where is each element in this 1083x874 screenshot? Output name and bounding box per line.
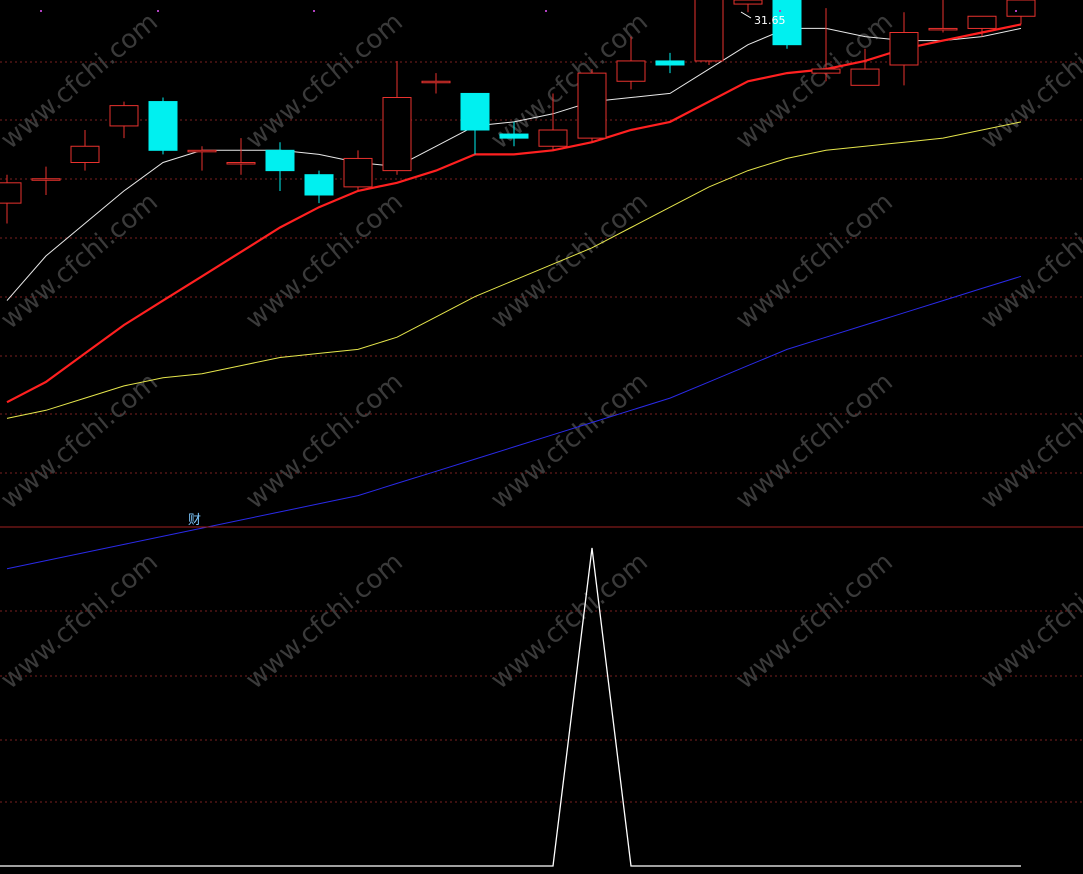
candle-body xyxy=(811,68,841,74)
watermark-text: www.cfchi.com xyxy=(975,187,1083,335)
top-marker xyxy=(545,10,547,12)
watermark-text: www.cfchi.com xyxy=(485,187,654,335)
candle-body xyxy=(460,92,490,131)
watermark-text: www.cfchi.com xyxy=(0,187,164,335)
candle-body xyxy=(421,80,451,84)
candle xyxy=(0,174,22,224)
watermark-text: www.cfchi.com xyxy=(730,367,899,515)
max-price-label: 31.65 xyxy=(754,14,786,27)
candle xyxy=(187,146,217,171)
candle-body xyxy=(733,0,763,5)
max-price-arrow-icon xyxy=(740,11,752,19)
top-marker xyxy=(313,10,315,12)
watermark-text: www.cfchi.com xyxy=(240,367,409,515)
candle xyxy=(265,142,295,191)
watermark-text: www.cfchi.com xyxy=(975,367,1083,515)
indicator-label: 财 xyxy=(188,513,201,528)
candle-body xyxy=(226,162,256,165)
candle-body xyxy=(694,0,724,62)
watermark-text: www.cfchi.com xyxy=(240,547,409,695)
top-marker xyxy=(157,10,159,12)
candle xyxy=(382,60,412,175)
watermark-text: www.cfchi.com xyxy=(485,547,654,695)
candle-body xyxy=(187,149,217,153)
candle xyxy=(460,92,490,155)
grid-lines xyxy=(0,61,1083,803)
candle-body xyxy=(850,68,880,86)
candle-body xyxy=(0,182,22,204)
candle-body xyxy=(382,97,412,172)
watermark-text: www.cfchi.com xyxy=(975,547,1083,695)
candle-body xyxy=(265,149,295,172)
candle-body xyxy=(70,145,100,163)
candle-body xyxy=(616,60,646,82)
candle xyxy=(889,12,919,86)
candle-body xyxy=(967,15,997,29)
candle xyxy=(577,69,607,143)
candle xyxy=(70,130,100,171)
stock-chart: www.cfchi.com www.cfchi.com www.cfchi.com w… xyxy=(0,0,1083,867)
candle xyxy=(655,52,685,74)
candle-body xyxy=(889,32,919,66)
candle xyxy=(733,0,763,13)
candle-body xyxy=(304,174,334,196)
candle xyxy=(928,0,958,33)
candle xyxy=(421,73,451,94)
candle-body xyxy=(148,101,178,151)
candle-body xyxy=(343,157,373,188)
top-markers xyxy=(40,10,1017,12)
top-marker xyxy=(40,10,42,12)
candle xyxy=(694,0,724,65)
candle-body xyxy=(538,129,568,147)
watermark-text: www.cfchi.com xyxy=(240,187,409,335)
candle xyxy=(343,150,373,191)
watermark-text: www.cfchi.com xyxy=(0,367,164,515)
ma-line-ma20 xyxy=(6,121,1022,419)
candle xyxy=(148,97,178,155)
watermark-text: www.cfchi.com xyxy=(730,187,899,335)
candle-body xyxy=(499,133,529,139)
watermark-text: www.cfchi.com xyxy=(0,7,164,155)
candle-body xyxy=(577,72,607,139)
watermark-text: www.cfchi.com xyxy=(0,547,164,695)
watermark-text: www.cfchi.com xyxy=(485,367,654,515)
top-marker xyxy=(1015,10,1017,12)
candle-body xyxy=(928,27,958,31)
watermark-text: www.cfchi.com xyxy=(975,7,1083,155)
candle-body xyxy=(655,60,685,66)
candle-body xyxy=(109,105,139,127)
candle-body xyxy=(1006,0,1036,17)
candle xyxy=(304,170,334,204)
watermark-text: www.cfchi.com xyxy=(730,547,899,695)
candle xyxy=(109,101,139,139)
candle xyxy=(1006,0,1036,25)
top-marker xyxy=(779,10,781,12)
candle-body xyxy=(31,178,61,181)
candle xyxy=(31,166,61,195)
